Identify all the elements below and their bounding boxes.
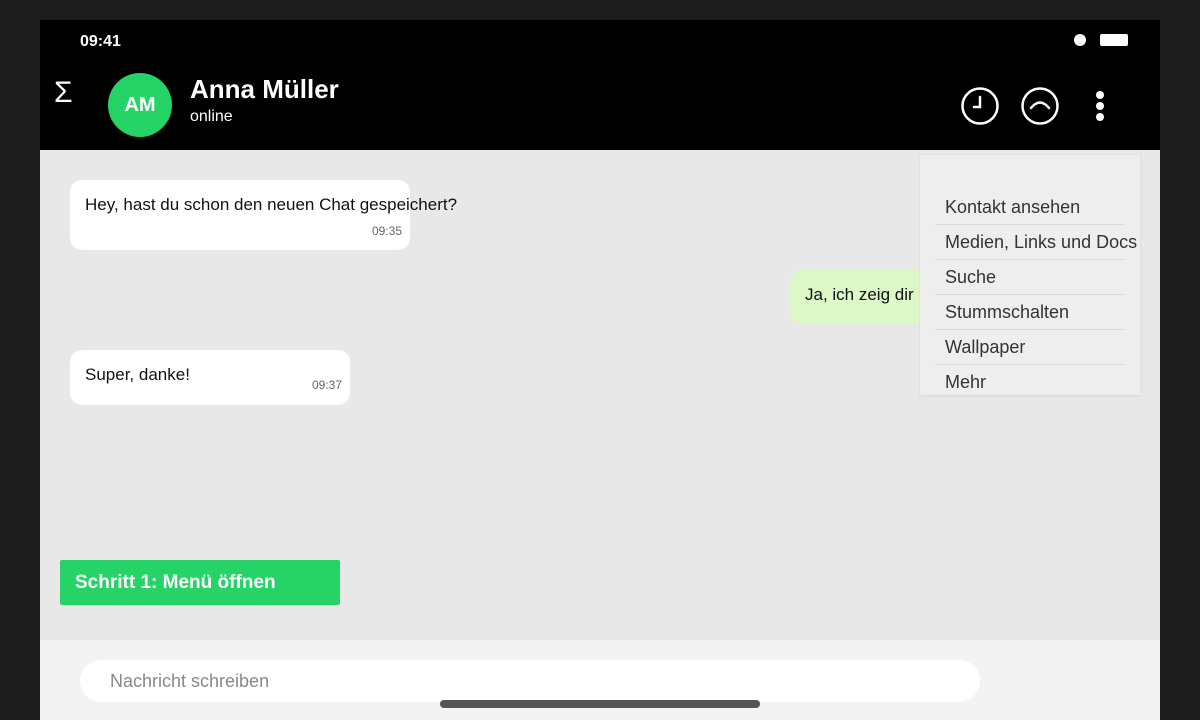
menu-item-mehr[interactable]: Mehr xyxy=(935,365,1125,400)
sigma-menu-icon[interactable]: Σ xyxy=(54,78,73,108)
contact-name[interactable]: Anna Müller xyxy=(190,74,339,105)
menu-item-medien-links-docs[interactable]: Medien, Links und Docs xyxy=(935,225,1137,260)
message-bubble-incoming[interactable]: Hey, hast du schon den neuen Chat gespei… xyxy=(70,180,457,250)
message-input[interactable] xyxy=(80,660,980,702)
phone-screen: 09:41 Σ AM Anna Müller online Hey, hast … xyxy=(40,20,1160,720)
message-bubble-incoming[interactable]: Super, danke! 09:37 xyxy=(70,350,350,405)
message-text: Super, danke! xyxy=(85,365,190,384)
message-text: Ja, ich zeig dir xyxy=(805,285,914,304)
message-time: 09:35 xyxy=(371,224,402,238)
menu-item-suche[interactable]: Suche xyxy=(935,260,1125,295)
clock-icon[interactable] xyxy=(960,86,1000,126)
overflow-menu: Kontakt ansehen Medien, Links und Docs S… xyxy=(920,155,1140,395)
menu-item-stummschalten[interactable]: Stummschalten xyxy=(935,295,1125,330)
message-text: Hey, hast du schon den neuen Chat gespei… xyxy=(85,195,458,214)
more-vertical-icon[interactable] xyxy=(1080,86,1120,126)
camera-dot-icon xyxy=(1074,34,1086,46)
contact-status: online xyxy=(190,108,233,125)
avatar[interactable]: AM xyxy=(108,73,172,137)
status-time: 09:41 xyxy=(80,33,121,50)
chevron-up-icon[interactable] xyxy=(1020,86,1060,126)
battery-icon xyxy=(1100,34,1128,46)
composer-bar xyxy=(40,640,1160,720)
home-indicator[interactable] xyxy=(440,700,760,708)
menu-item-kontakt-ansehen[interactable]: Kontakt ansehen xyxy=(935,190,1125,225)
avatar-initials: AM xyxy=(124,93,156,116)
menu-item-wallpaper[interactable]: Wallpaper xyxy=(935,330,1125,365)
chat-header: 09:41 Σ AM Anna Müller online xyxy=(40,20,1160,150)
message-time: 09:37 xyxy=(311,378,342,392)
step-button[interactable]: Schritt 1: Menü öffnen xyxy=(60,560,340,605)
